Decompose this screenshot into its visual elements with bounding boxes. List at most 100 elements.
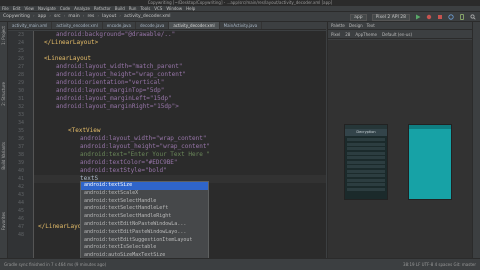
menu-item-build[interactable]: Build xyxy=(115,6,125,11)
editor-tab[interactable]: encode.java xyxy=(103,22,136,29)
project-tool-button[interactable]: 1: Project xyxy=(1,26,6,45)
menu-item-code[interactable]: Code xyxy=(60,6,70,11)
line-number: 48 xyxy=(17,232,24,238)
line-number: 25 xyxy=(17,48,24,54)
breadcrumb-item[interactable]: Copywriting xyxy=(3,14,30,19)
line-number: 24 xyxy=(17,40,24,46)
favorites-tool-button[interactable]: Favorites xyxy=(1,212,6,230)
line-number: 32 xyxy=(17,104,24,110)
code-line: android:layout_width="match_parent" xyxy=(56,63,183,70)
menu-item-navigate[interactable]: Navigate xyxy=(38,6,56,11)
design-preview-phone[interactable]: Decryption xyxy=(344,124,388,200)
menu-item-file[interactable]: File xyxy=(2,6,9,11)
preview-toolbar: Palette Design Text xyxy=(328,22,473,30)
autocomplete-item[interactable]: android:textSelectHandle xyxy=(81,198,208,206)
status-bar: Gradle sync finished in 7 s 464 ms (9 mi… xyxy=(0,258,480,270)
code-line: <LinearLayout xyxy=(44,55,91,62)
editor-tab[interactable]: decode.java xyxy=(136,22,170,29)
menu-item-edit[interactable]: Edit xyxy=(13,6,21,11)
code-line: <TextView xyxy=(68,127,101,134)
breadcrumb-item[interactable]: app xyxy=(38,14,46,19)
line-number: 44 xyxy=(17,200,24,206)
line-number: 42 xyxy=(17,184,24,190)
autocomplete-item[interactable]: android:textEditPasteWindowLayo... xyxy=(81,229,208,237)
menu-item-help[interactable]: Help xyxy=(186,6,195,11)
stop-icon[interactable] xyxy=(437,14,443,20)
navigation-bar: Copywriting › app › src › main › res › layout › acti… xyxy=(0,12,480,22)
menu-item-vcs[interactable]: VCS xyxy=(154,6,162,11)
line-number: 38 xyxy=(17,152,24,158)
structure-tool-button[interactable]: 2: Structure xyxy=(1,82,6,106)
layout-preview-pane: Palette Design Text Pixel 28 AppTheme De… xyxy=(327,22,473,258)
sync-icon[interactable] xyxy=(448,14,454,20)
breadcrumb-separator: › xyxy=(49,14,52,19)
preview-canvas[interactable]: Decryption xyxy=(328,40,473,258)
preview-config-bar: Pixel 28 AppTheme Default (en-us) xyxy=(328,31,473,39)
locale-select[interactable]: Default (en-us) xyxy=(382,32,412,37)
menu-item-window[interactable]: Window xyxy=(166,6,182,11)
line-number: 33 xyxy=(17,112,24,118)
autocomplete-item[interactable]: android:textSelectHandleLeft xyxy=(81,205,208,213)
line-number: 41 xyxy=(17,176,24,182)
breadcrumb: Copywriting › app › src › main › res › layout › acti… xyxy=(3,14,171,19)
run-config-select[interactable]: app xyxy=(350,13,367,21)
palette-tab[interactable]: Palette xyxy=(331,23,345,28)
autocomplete-item[interactable]: android:textScaleX xyxy=(81,190,208,198)
breadcrumb-item[interactable]: main xyxy=(68,14,79,19)
code-line: </LinearLayout> xyxy=(44,39,99,46)
breadcrumb-separator: › xyxy=(63,14,66,19)
autocomplete-popup[interactable]: android:textSize android:textScaleX androi… xyxy=(80,181,209,259)
editor-tab[interactable]: activity_main.xml xyxy=(8,22,53,29)
breadcrumb-item[interactable]: layout xyxy=(102,14,116,19)
line-number: 47 xyxy=(17,224,24,230)
run-icon[interactable] xyxy=(415,14,421,20)
line-number: 39 xyxy=(17,160,24,166)
autocomplete-item[interactable]: android:textIsSelectable xyxy=(81,244,208,252)
line-number: 45 xyxy=(17,208,24,214)
breadcrumb-item[interactable]: src xyxy=(54,14,61,19)
device-select[interactable]: Pixel xyxy=(331,32,340,37)
preview-body xyxy=(347,138,385,192)
line-number: 30 xyxy=(17,88,24,94)
editor-tab[interactable]: MainActivity.java xyxy=(220,22,263,29)
search-icon[interactable] xyxy=(470,14,476,20)
autocomplete-item[interactable]: android:textEditSuggestionItemLayout xyxy=(81,237,208,245)
device-select[interactable]: Pixel 2 API 28 xyxy=(371,13,410,21)
status-bar xyxy=(409,125,451,129)
line-number: 43 xyxy=(17,192,24,198)
text-tab[interactable]: Text xyxy=(367,23,375,28)
code-line: android:layout_marginRight="15dp"> xyxy=(56,103,179,110)
autocomplete-item[interactable]: android:textSelectHandleRight xyxy=(81,213,208,221)
autocomplete-item[interactable]: android:textEditNoPasteWindowLa... xyxy=(81,221,208,229)
line-number: 23 xyxy=(17,32,24,38)
design-tab[interactable]: Design xyxy=(349,23,363,28)
menu-item-view[interactable]: View xyxy=(24,6,34,11)
status-message: Gradle sync finished in 7 s 464 ms (9 mi… xyxy=(4,262,107,267)
build-variants-tool-button[interactable]: Build Variants xyxy=(1,142,6,170)
code-line: android:textColor="#EDC9BE" xyxy=(80,159,178,166)
debug-icon[interactable] xyxy=(426,14,432,20)
menu-item-analyze[interactable]: Analyze xyxy=(74,6,90,11)
code-line: android:layout_width="wrap_content" xyxy=(80,135,207,142)
avd-manager-icon[interactable] xyxy=(459,14,465,20)
line-number: 35 xyxy=(17,128,24,134)
line-number: 34 xyxy=(17,120,24,126)
blueprint-preview-phone[interactable] xyxy=(408,124,452,200)
code-line: android:orientation="vertical" xyxy=(56,79,165,86)
autocomplete-item[interactable]: android:textSize xyxy=(81,182,208,190)
theme-select[interactable]: AppTheme xyxy=(355,32,377,37)
api-select[interactable]: 28 xyxy=(345,32,350,37)
menu-item-run[interactable]: Run xyxy=(129,6,137,11)
breadcrumb-item[interactable]: res xyxy=(87,14,94,19)
toolbar-right: app Pixel 2 API 28 xyxy=(350,12,476,22)
breadcrumb-separator: › xyxy=(32,14,35,19)
menu-item-refactor[interactable]: Refactor xyxy=(94,6,111,11)
editor-tab[interactable]: activity_encoder.xml xyxy=(52,22,103,29)
line-number: 46 xyxy=(17,216,24,222)
breadcrumb-separator: › xyxy=(119,14,122,19)
editor-tab[interactable]: activity_decoder.xml xyxy=(169,22,220,29)
line-number: 28 xyxy=(17,72,24,78)
breadcrumb-item[interactable]: activity_decoder.xml xyxy=(124,14,170,19)
menu-item-tools[interactable]: Tools xyxy=(140,6,150,11)
status-info: 38:19 LF UTF-8 4 spaces Git: master xyxy=(403,262,476,267)
